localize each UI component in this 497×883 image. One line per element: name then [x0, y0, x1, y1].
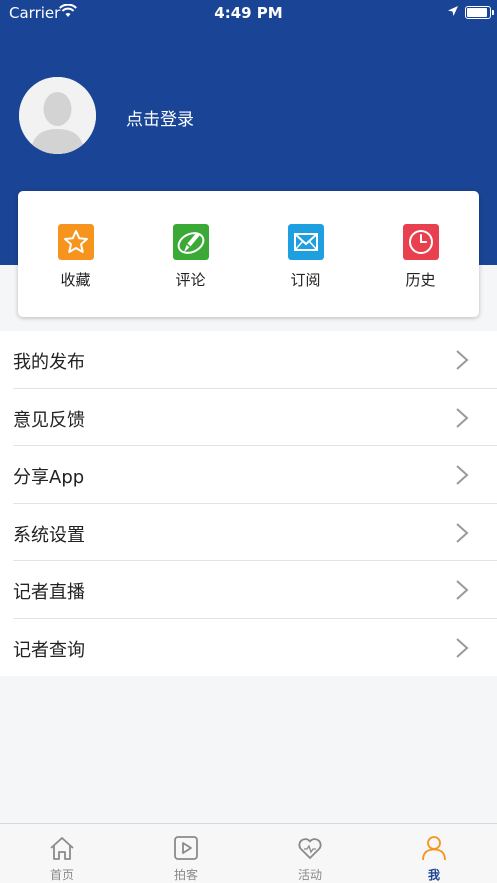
- shortcut-label: 历史: [405, 271, 436, 289]
- menu-item-label: 意见反馈: [13, 409, 85, 431]
- menu-item-share-app[interactable]: 分享App: [0, 446, 497, 504]
- home-icon: [50, 837, 74, 860]
- shortcut-comments[interactable]: 评论: [133, 191, 248, 317]
- menu-item-label: 分享App: [13, 467, 85, 488]
- login-link[interactable]: 点击登录: [126, 105, 194, 130]
- chevron-right-icon: [456, 465, 469, 485]
- battery-icon: [465, 6, 494, 19]
- menu-item-system-settings[interactable]: 系统设置: [0, 504, 497, 561]
- tab-label: 拍客: [173, 868, 198, 882]
- default-user-avatar-icon: [19, 77, 96, 154]
- tab-paike[interactable]: 拍客: [124, 824, 248, 883]
- shortcut-label: 评论: [175, 271, 206, 289]
- chevron-right-icon: [456, 407, 469, 428]
- avatar[interactable]: [19, 77, 96, 154]
- chevron-right-icon: [456, 522, 469, 543]
- mail-icon: [288, 224, 324, 260]
- menu-item-label: 系统设置: [13, 524, 85, 546]
- settings-menu: 我的发布 意见反馈 分享App 系统设置 记者直播 记者查询: [0, 331, 497, 676]
- menu-item-reporter-search[interactable]: 记者查询: [0, 619, 497, 677]
- heart-icon: [298, 838, 322, 859]
- chevron-right-icon: [456, 350, 469, 370]
- video-play-icon: [174, 836, 198, 860]
- menu-item-label: 记者直播: [13, 582, 85, 603]
- tab-me[interactable]: 我: [372, 824, 496, 883]
- comment-pen-icon: [173, 224, 209, 260]
- menu-item-my-posts[interactable]: 我的发布: [0, 331, 497, 389]
- shortcut-label: 收藏: [60, 271, 91, 289]
- tab-bar: 首页 拍客 活动 我: [0, 823, 497, 883]
- shortcut-label: 订阅: [290, 271, 321, 289]
- shortcut-favorites[interactable]: 收藏: [18, 191, 133, 317]
- tab-activities[interactable]: 活动: [248, 824, 372, 883]
- tab-label: 首页: [49, 868, 74, 882]
- status-bar: Carrier 4:49 PM: [0, 0, 497, 26]
- menu-item-label: 记者查询: [13, 639, 85, 661]
- user-icon: [422, 836, 446, 861]
- location-arrow-icon: [448, 6, 458, 16]
- clock-icon: [403, 224, 439, 260]
- status-time: 4:49 PM: [214, 4, 283, 22]
- menu-item-label: 我的发布: [13, 352, 85, 373]
- shortcut-card: 收藏 评论 订阅 历史: [18, 191, 479, 317]
- tab-label: 活动: [297, 868, 322, 882]
- star-icon: [58, 224, 94, 260]
- chevron-right-icon: [456, 580, 469, 600]
- tab-label: 我: [427, 868, 440, 882]
- tab-home[interactable]: 首页: [0, 824, 124, 883]
- chevron-right-icon: [456, 637, 469, 658]
- menu-item-feedback[interactable]: 意见反馈: [0, 389, 497, 446]
- shortcut-subscriptions[interactable]: 订阅: [248, 191, 363, 317]
- menu-item-reporter-live[interactable]: 记者直播: [0, 561, 497, 619]
- shortcut-history[interactable]: 历史: [363, 191, 478, 317]
